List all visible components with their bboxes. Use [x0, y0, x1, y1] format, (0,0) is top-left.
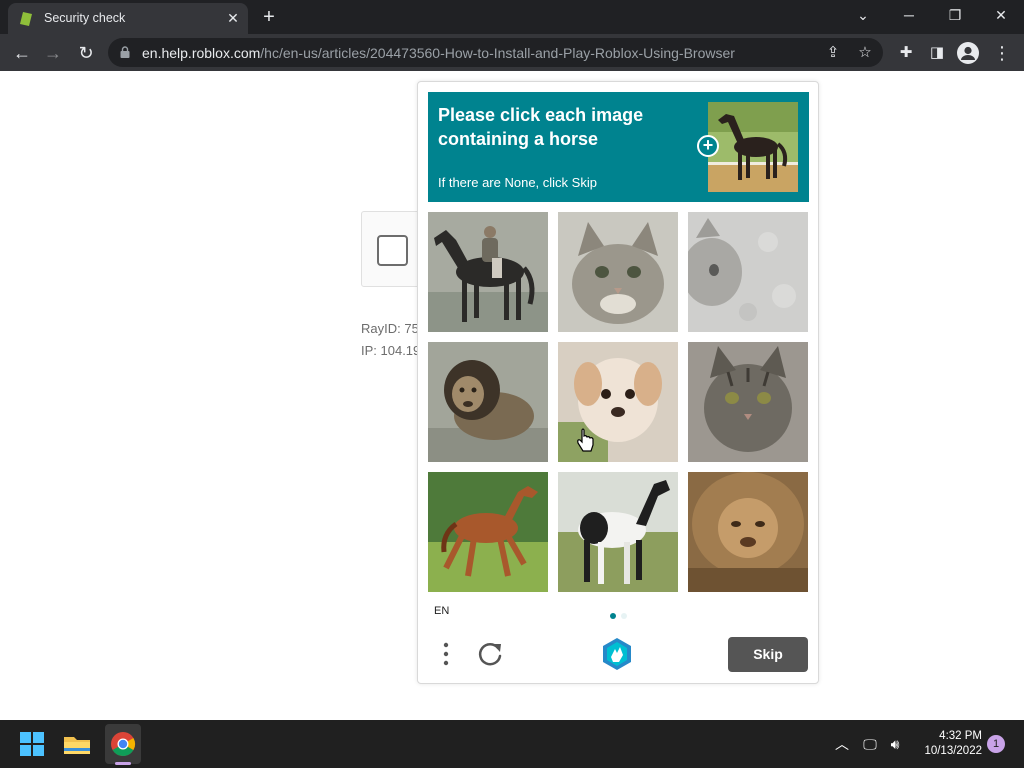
skip-button[interactable]: Skip	[728, 637, 808, 672]
side-panel-icon[interactable]: ◨	[924, 40, 950, 66]
challenge-tile-9[interactable]	[688, 472, 808, 592]
lock-icon	[120, 46, 130, 58]
ip-text: IP: 104.19	[361, 343, 421, 358]
refresh-icon[interactable]	[476, 640, 504, 668]
challenge-tile-8[interactable]	[558, 472, 678, 592]
extensions-icon[interactable]: ✚	[893, 40, 919, 66]
hand-cursor-icon	[577, 428, 594, 452]
minimize-icon[interactable]: ─	[886, 0, 932, 30]
browser-tab[interactable]: Security check ✕	[8, 3, 248, 34]
notification-badge[interactable]: 1	[987, 735, 1005, 753]
challenge-tile-2[interactable]	[558, 212, 678, 332]
system-clock[interactable]: 4:32 PM 10/13/2022	[910, 729, 982, 759]
captcha-challenge-panel: Please click each image containing a hor…	[417, 81, 819, 684]
url-text: en.help.roblox.com/hc/en-us/articles/204…	[142, 45, 735, 61]
challenge-prompt-text: Please click each image containing a hor…	[438, 105, 644, 149]
page-dot	[621, 613, 627, 619]
new-tab-icon[interactable]: +	[259, 7, 279, 27]
os-taskbar: ︿ 🖵 🔊︎ 4:32 PM 10/13/2022	[0, 720, 1024, 768]
browser-toolbar: ← → ↻ en.help.roblox.com/hc/en-us/articl…	[0, 34, 1024, 71]
roblox-favicon-icon	[20, 12, 32, 26]
start-menu-icon[interactable]	[16, 728, 48, 760]
reload-icon[interactable]: ↻	[73, 40, 99, 66]
chrome-active-indicator	[115, 762, 131, 765]
browser-tab-strip: Security check ✕ + ⌄ ─ ❐ ✕	[0, 0, 1024, 34]
window-close-icon[interactable]: ✕	[978, 0, 1024, 30]
tab-close-icon[interactable]: ✕	[224, 9, 242, 27]
tray-overflow-chevron-icon[interactable]: ︿	[832, 734, 852, 754]
captcha-checkbox[interactable]	[377, 235, 408, 266]
share-icon[interactable]: ⇪	[823, 43, 843, 63]
challenge-tile-1[interactable]	[428, 212, 548, 332]
browser-menu-icon[interactable]: ⋮	[989, 40, 1015, 66]
back-icon[interactable]: ←	[9, 40, 35, 66]
challenge-tile-7[interactable]	[428, 472, 548, 592]
challenge-skip-hint: If there are None, click Skip	[438, 175, 597, 190]
plus-icon[interactable]: +	[697, 135, 719, 157]
network-icon[interactable]: 🖵	[860, 734, 880, 754]
address-bar[interactable]: en.help.roblox.com/hc/en-us/articles/204…	[108, 38, 883, 67]
forward-icon[interactable]: →	[40, 40, 66, 66]
language-selector[interactable]: EN	[434, 605, 449, 617]
more-options-icon[interactable]	[436, 640, 456, 668]
clock-date: 10/13/2022	[924, 745, 982, 757]
volume-icon[interactable]: 🔊︎	[885, 734, 905, 754]
challenge-prompt-banner: Please click each image containing a hor…	[428, 92, 809, 202]
challenge-tile-4[interactable]	[428, 342, 548, 462]
challenge-tile-6[interactable]	[688, 342, 808, 462]
url-host: en.help.roblox.com	[142, 45, 261, 61]
restore-icon[interactable]: ❐	[932, 0, 978, 30]
chrome-icon[interactable]	[107, 728, 139, 760]
file-explorer-icon[interactable]	[61, 728, 93, 760]
profile-avatar-icon[interactable]	[956, 41, 980, 65]
example-horse-image[interactable]	[708, 102, 798, 192]
clock-time: 4:32 PM	[939, 730, 982, 742]
tab-title: Security check	[44, 11, 126, 25]
tab-search-chevron-icon[interactable]: ⌄	[840, 0, 886, 30]
page-dot-active	[610, 613, 616, 619]
ray-id-text: RayID: 75	[361, 321, 419, 336]
challenge-tile-3[interactable]	[688, 212, 808, 332]
hcaptcha-logo-icon[interactable]	[600, 637, 634, 671]
bookmark-star-icon[interactable]: ☆	[855, 43, 875, 63]
url-path: /hc/en-us/articles/204473560-How-to-Inst…	[260, 45, 735, 61]
